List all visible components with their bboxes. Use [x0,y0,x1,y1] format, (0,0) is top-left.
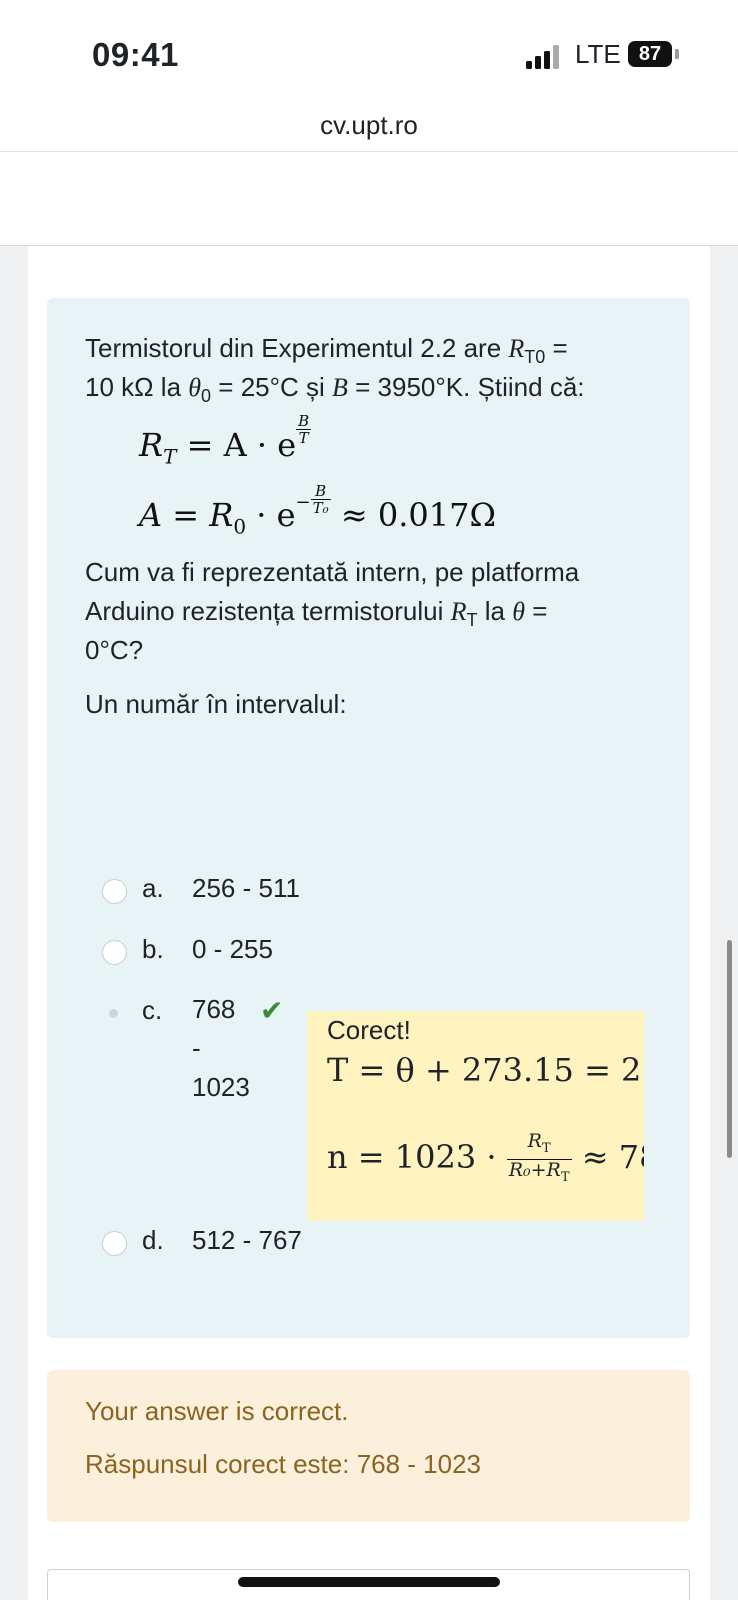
check-icon: ✔ [260,995,284,1026]
status-bar: 09:41 LTE 87 [0,0,738,100]
correct-answer: Răspunsul corect este: 768 - 1023 [85,1449,482,1479]
url-text[interactable]: cv.upt.ro [0,110,738,141]
radio-button[interactable] [102,940,127,965]
option-a[interactable]: a. 256 - 511 [47,868,690,918]
clock: 09:41 [92,36,179,73]
option-b[interactable]: b. 0 - 255 [47,929,690,979]
formula-a: A = R0 · e− B T₀ ≈ 0.017Ω [139,482,496,539]
question-prompt-3: 0°C? [85,635,144,665]
page-header-area [0,153,738,246]
question-line-2: 10 kΩ la θ0 = 25°C și B = 3950°K. Știind… [85,372,585,407]
outcome-box: Your answer is correct. Răspunsul corect… [47,1370,690,1522]
option-d[interactable]: d. 512 - 767 [47,1220,690,1270]
radio-button[interactable] [102,879,127,904]
interval-label: Un număr în intervalul: [85,689,347,719]
address-bar[interactable]: cv.upt.ro [0,100,738,152]
specific-feedback: Corect! T = θ + 273.15 = 273. n = 1023 ·… [307,1011,644,1221]
battery-tip [675,49,679,59]
formula-rt: RT = A · eBT [139,412,312,469]
battery-icon: 87 [628,41,672,67]
outcome-correct: Your answer is correct. [85,1396,349,1426]
network-type: LTE [575,39,621,69]
radio-button[interactable] [102,1231,127,1256]
home-indicator[interactable] [238,1577,500,1587]
radio-button-selected[interactable] [102,1001,127,1026]
question-prompt-2: Arduino rezistența termistorului RT la θ… [85,596,548,631]
question-box: Termistorul din Experimentul 2.2 are RT0… [47,298,690,1338]
scrollbar[interactable] [727,940,732,1158]
signal-icon [526,45,562,69]
question-prompt-1: Cum va fi reprezentată intern, pe platfo… [85,557,580,587]
